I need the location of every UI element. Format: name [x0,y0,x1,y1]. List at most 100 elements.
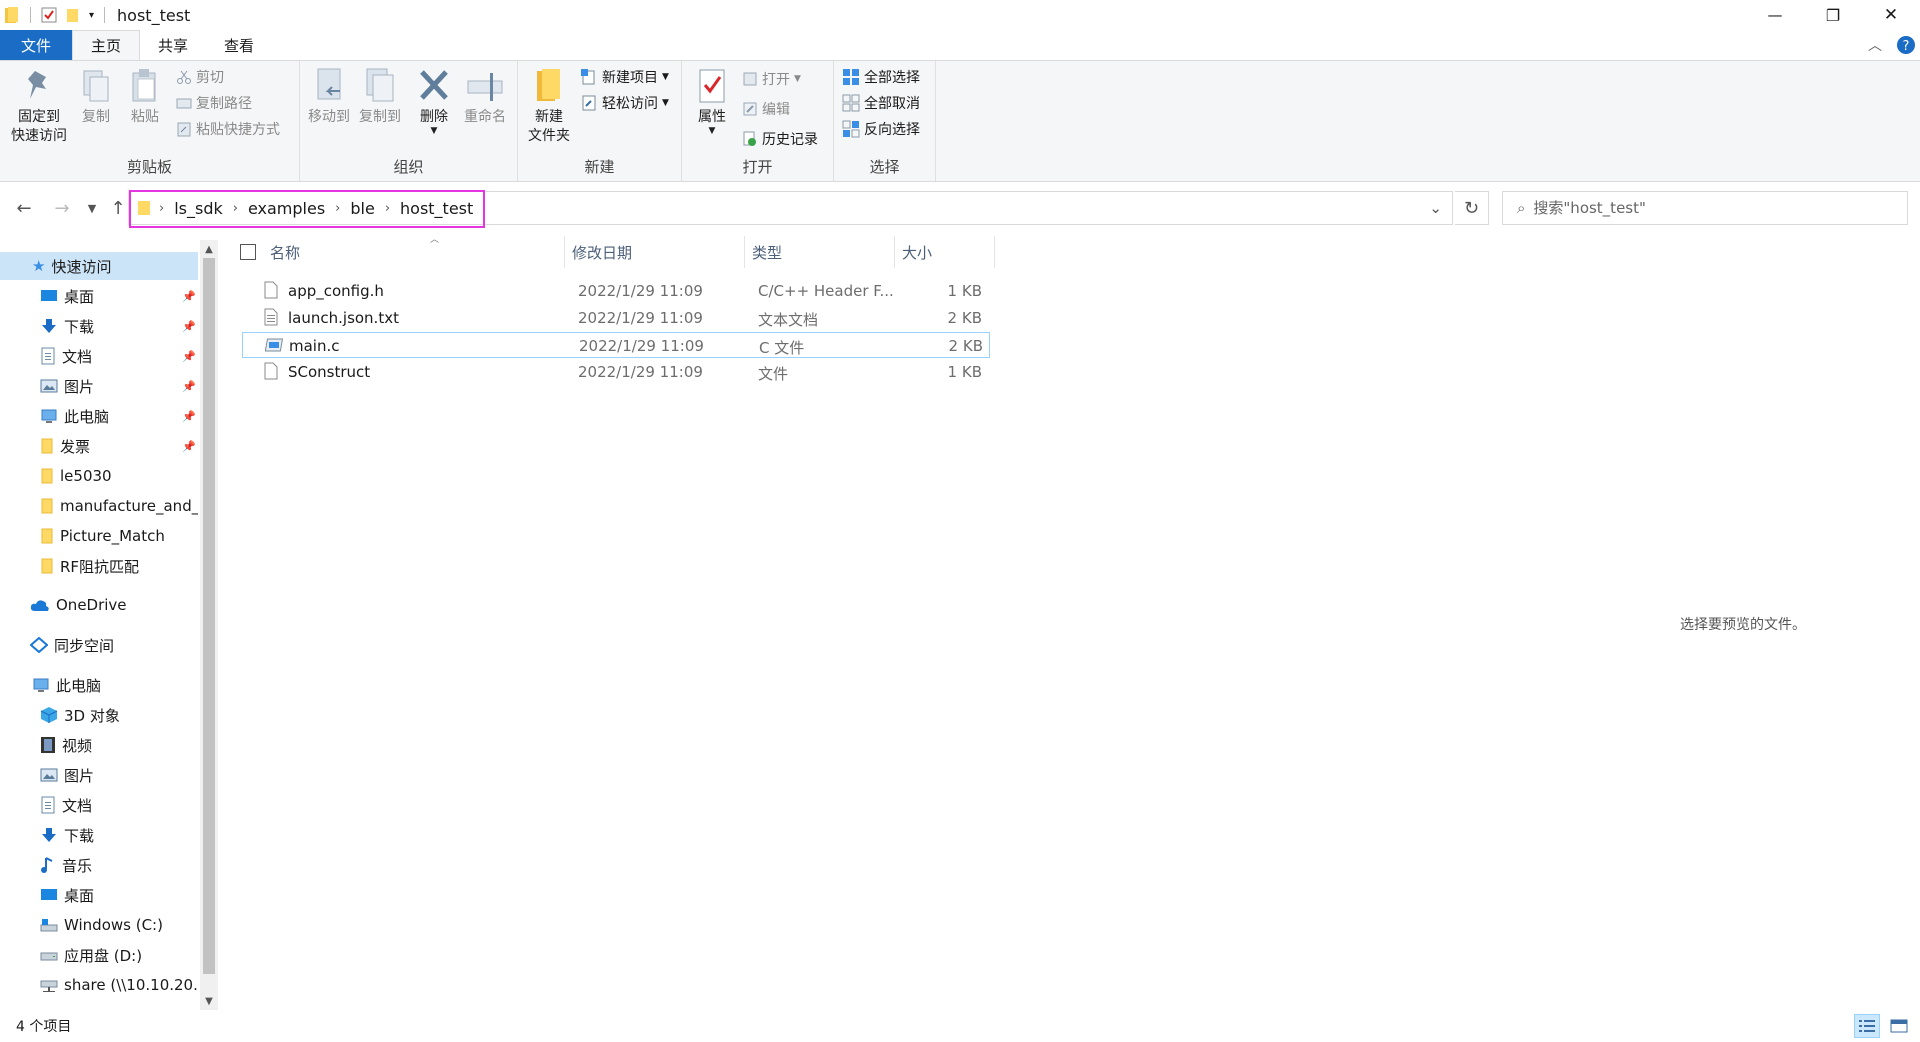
help-icon[interactable]: ? [1896,35,1916,55]
sidebar-item-pc-5[interactable]: 音乐 [0,851,198,879]
sidebar-item-quick-7[interactable]: manufacture_and_ [0,492,198,520]
sidebar-item-quick-6[interactable]: le5030 [0,462,198,490]
sidebar-scrollbar[interactable]: ▲ ▼ [200,240,218,1010]
tab-home[interactable]: 主页 [72,30,141,60]
properties-checkbox-icon[interactable] [41,7,57,23]
sidebar-item-sync-space[interactable]: 同步空间 [0,631,198,659]
breadcrumb-separator-icon[interactable]: › [333,201,342,216]
search-input[interactable] [1533,199,1874,217]
large-icons-view-button[interactable] [1886,1014,1912,1038]
tab-view[interactable]: 查看 [206,30,272,60]
column-header-name[interactable]: 名称 ︿ [270,235,560,268]
cut-button[interactable]: 剪切 [176,65,224,89]
sidebar-item-quick-8[interactable]: Picture_Match [0,522,198,550]
copy-to-button[interactable]: 复制到 [354,67,406,127]
sidebar-item-pc-9[interactable]: share (\\10.10.20.1 [0,971,198,999]
minimize-button[interactable]: — [1746,0,1804,30]
history-button[interactable]: 历史记录 [742,127,818,151]
pin-icon[interactable]: 📌 [182,440,196,453]
pin-icon[interactable]: 📌 [182,290,196,303]
move-to-button[interactable]: 移动到 [304,67,354,127]
scroll-up-icon[interactable]: ▲ [200,240,218,258]
refresh-button[interactable]: ↻ [1455,191,1489,225]
column-header-size[interactable]: 大小 [902,236,992,268]
up-button[interactable]: ↑ [106,195,130,221]
new-folder-button[interactable]: 新建 文件夹 [524,67,574,146]
breadcrumb-separator-icon[interactable]: › [157,201,166,216]
folder-icon[interactable] [4,6,20,24]
restore-button[interactable]: ❐ [1804,0,1862,30]
column-header-date[interactable]: 修改日期 [572,236,742,268]
breadcrumb-ble[interactable]: ble [342,199,382,218]
search-box[interactable]: ⌕ [1502,191,1908,225]
breadcrumb-ls-sdk[interactable]: ls_sdk [166,199,231,218]
sidebar-item-quick-2[interactable]: 文档 📌 [0,342,198,370]
sidebar-item-this-pc[interactable]: 此电脑 [0,671,198,699]
file-row[interactable]: app_config.h 2022/1/29 11:09 C/C++ Header … [242,278,990,304]
sidebar-item-pc-7[interactable]: Windows (C:) [0,911,198,939]
sidebar-item-pc-2[interactable]: 图片 [0,761,198,789]
sidebar-item-quick-9[interactable]: RF阻抗匹配 [0,552,198,580]
recent-locations-button[interactable]: ▼ [80,195,104,221]
column-divider[interactable] [894,236,895,268]
scroll-down-icon[interactable]: ▼ [200,992,218,1010]
sidebar-item-quick-0[interactable]: 桌面 📌 [0,282,198,310]
copy-path-button[interactable]: 复制路径 [176,91,252,115]
scrollbar-thumb[interactable] [203,258,215,974]
paste-button[interactable]: 粘贴 [124,67,166,127]
close-button[interactable]: ✕ [1862,0,1920,30]
sidebar-item-quick-4[interactable]: 此电脑 📌 [0,402,198,430]
breadcrumb-separator-icon[interactable]: › [383,201,392,216]
easy-access-button[interactable]: 轻松访问 ▼ [580,91,669,115]
details-view-button[interactable] [1854,1014,1880,1038]
select-all-button[interactable]: 全部选择 [842,65,920,89]
sidebar-item-quick-access[interactable]: ★ 快速访问 [0,252,198,280]
tab-share[interactable]: 共享 [140,30,206,60]
forward-button[interactable]: → [50,195,74,221]
sidebar-item-pc-4[interactable]: 下载 [0,821,198,849]
select-none-button[interactable]: 全部取消 [842,91,920,115]
address-dropdown-icon[interactable]: ⌄ [1429,199,1442,217]
breadcrumb-host-test[interactable]: host_test [392,199,481,218]
invert-selection-button[interactable]: 反向选择 [842,117,920,141]
paste-shortcut-button[interactable]: 粘贴快捷方式 [176,117,280,141]
properties-button[interactable]: 属性 ▼ [692,67,732,136]
file-row[interactable]: SConstruct 2022/1/29 11:09 文件 1 KB [242,359,990,385]
file-row[interactable]: launch.json.txt 2022/1/29 11:09 文本文档 2 KB [242,305,990,331]
copy-button[interactable]: 复制 [76,67,116,127]
sidebar-item-pc-3[interactable]: 文档 [0,791,198,819]
column-divider[interactable] [744,236,745,268]
rename-button[interactable]: 重命名 [458,67,512,127]
back-button[interactable]: ← [12,195,36,221]
select-all-icon [843,69,859,85]
select-all-checkbox[interactable] [240,236,256,268]
file-row[interactable]: main.c 2022/1/29 11:09 C 文件 2 KB [242,332,990,358]
sidebar-item-quick-1[interactable]: 下载 📌 [0,312,198,340]
pin-icon[interactable]: 📌 [182,380,196,393]
pin-icon[interactable]: 📌 [182,410,196,423]
tab-file[interactable]: 文件 [0,30,72,60]
sidebar-item-pc-0[interactable]: 3D 对象 [0,701,198,729]
open-button[interactable]: 打开 ▼ [742,67,801,91]
pin-icon[interactable]: 📌 [182,320,196,333]
column-divider[interactable] [994,236,995,268]
new-item-button[interactable]: 新建项目 ▼ [580,65,669,89]
sidebar-item-quick-3[interactable]: 图片 📌 [0,372,198,400]
breadcrumb-separator-icon[interactable]: › [231,201,240,216]
column-divider[interactable] [564,236,565,268]
new-folder-icon[interactable] [65,7,81,23]
edit-button[interactable]: 编辑 [742,97,790,121]
sidebar-item-pc-1[interactable]: 视频 [0,731,198,759]
breadcrumb-examples[interactable]: examples [240,199,333,218]
address-bar[interactable]: › ls_sdk › examples › ble › host_test ⌄ [128,190,1453,228]
sidebar-item-quick-5[interactable]: 发票 📌 [0,432,198,460]
collapse-ribbon-icon[interactable]: ︿ [1868,35,1882,55]
delete-button[interactable]: 删除 ▼ [414,67,454,136]
column-header-type[interactable]: 类型 [752,236,892,268]
sidebar-item-onedrive[interactable]: OneDrive [0,591,198,619]
pin-icon[interactable]: 📌 [182,350,196,363]
sidebar-item-pc-8[interactable]: 应用盘 (D:) [0,941,198,969]
customize-toolbar-icon[interactable]: ▾ [89,10,94,21]
pin-quick-access-button[interactable]: 固定到 快速访问 [6,67,72,146]
sidebar-item-pc-6[interactable]: 桌面 [0,881,198,909]
